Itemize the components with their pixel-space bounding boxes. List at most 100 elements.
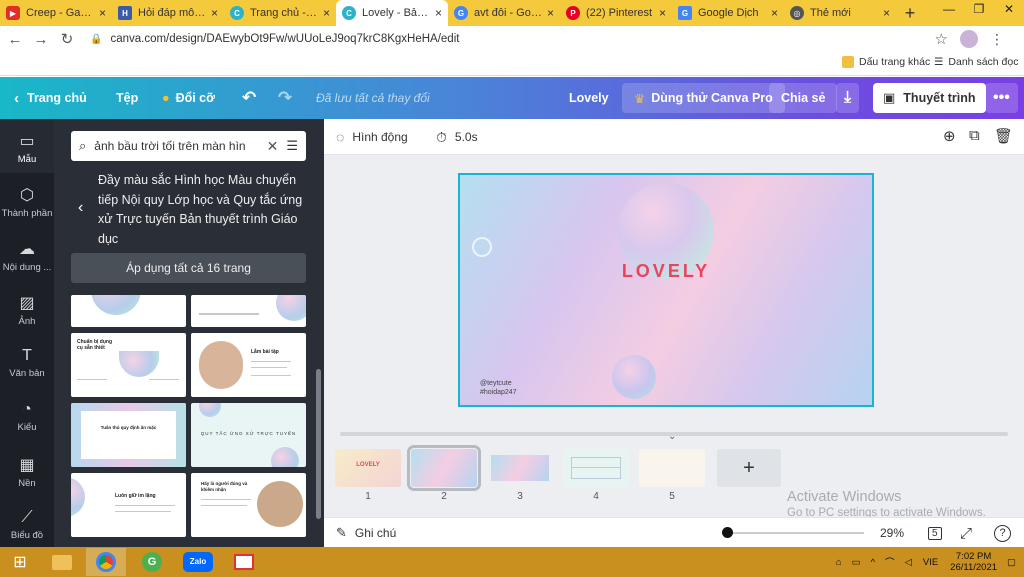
browser-tab[interactable]: H Hỏi đáp môn A × — [112, 0, 224, 26]
gradient-orb[interactable] — [612, 355, 656, 399]
browser-tab[interactable]: G Google Dịch × — [672, 0, 784, 26]
add-page-icon[interactable]: ⊕ — [943, 127, 956, 145]
resize-button[interactable]: ● Đổi cỡ — [162, 77, 215, 119]
undo-icon[interactable]: ↶ — [242, 77, 256, 119]
template-thumbnail[interactable] — [71, 295, 186, 327]
close-tab-icon[interactable]: × — [547, 6, 554, 20]
menu-kebab-icon[interactable]: ⋮ — [990, 31, 1004, 48]
browser-tab[interactable]: P (22) Pinterest × — [560, 0, 672, 26]
browser-tab-active[interactable]: C Lovely - Bản th × — [336, 0, 448, 26]
forward-icon[interactable]: → — [28, 31, 54, 48]
rail-background[interactable]: ▦ Nền — [0, 455, 54, 489]
animate-button[interactable]: ◌ Hình động — [336, 119, 408, 155]
close-tab-icon[interactable]: × — [323, 6, 330, 20]
close-tab-icon[interactable]: × — [883, 6, 890, 20]
notes-button[interactable]: ✎ Ghi chú — [336, 518, 396, 548]
slide-handle[interactable]: @teytcute #hoidap247 — [480, 379, 517, 397]
template-thumbnail[interactable]: Lắm bài tập — [191, 333, 306, 397]
page-thumbnail[interactable]: LOVELY — [335, 449, 401, 487]
clock[interactable]: 7:02 PM 26/11/2021 — [950, 551, 997, 573]
notifications-icon[interactable]: ▢ — [1007, 557, 1016, 568]
home-button[interactable]: ‹ Trang chủ — [14, 77, 87, 119]
new-tab-button[interactable]: + — [896, 0, 924, 26]
taskbar-app-zalo[interactable]: Zalo — [178, 548, 218, 576]
start-button[interactable]: ⊞ — [0, 547, 40, 577]
wifi-icon[interactable]: ⌒ — [885, 555, 895, 569]
fullscreen-icon[interactable]: ⤢ — [960, 518, 972, 548]
rail-text[interactable]: T Văn bản — [0, 347, 54, 379]
template-thumbnail[interactable]: Hãy là người đúng và khiêm nhận — [191, 473, 306, 537]
back-chevron-icon[interactable]: ‹ — [78, 199, 83, 217]
taskbar-app-snipping[interactable] — [224, 548, 264, 576]
close-tab-icon[interactable]: × — [435, 6, 442, 20]
template-thumbnail[interactable]: Tuân thủ quy định ăn mặc — [71, 403, 186, 467]
taskbar-app-explorer[interactable] — [42, 548, 82, 576]
clear-search-icon[interactable]: ✕ — [267, 138, 279, 155]
taskbar-app-unikey[interactable]: G — [132, 548, 172, 576]
close-window-icon[interactable]: ✕ — [994, 0, 1024, 20]
minimize-icon[interactable]: — — [934, 0, 964, 20]
restore-icon[interactable]: ❐ — [964, 0, 994, 20]
duplicate-page-icon[interactable]: ⧉ — [969, 127, 980, 144]
browser-tab[interactable]: ◎ Thẻ mới × — [784, 0, 896, 26]
redo-icon[interactable]: ↷ — [278, 77, 292, 119]
battery-icon[interactable]: ▭ — [852, 557, 861, 568]
delete-page-icon[interactable]: 🗑 — [994, 127, 1013, 145]
rail-styles[interactable]: ◔ Kiểu — [0, 401, 54, 433]
browser-tab[interactable]: C Trang chủ - Ca × — [224, 0, 336, 26]
slide-canvas[interactable]: LOVELY @teytcute #hoidap247 — [458, 173, 874, 407]
back-icon[interactable]: ← — [2, 31, 28, 48]
close-tab-icon[interactable]: × — [211, 6, 218, 20]
template-search[interactable]: ⌕ ảnh bầu trời tối trên màn hìn ✕ ☰ — [71, 131, 306, 161]
browser-tab[interactable]: G avt đôi - Googl × — [448, 0, 560, 26]
page-thumbnail[interactable] — [639, 449, 705, 487]
file-menu[interactable]: Tệp — [116, 77, 138, 119]
template-thumbnail[interactable]: Chuẩn bị dụng cụ sẵn thiết — [71, 333, 186, 397]
try-canva-pro-button[interactable]: ♛ Dùng thử Canva Pro — [622, 83, 785, 113]
page-count-button[interactable]: 5 — [928, 518, 942, 548]
volume-icon[interactable]: ◁ — [905, 557, 912, 568]
network-icon[interactable]: ⌂ — [836, 557, 842, 568]
download-icon[interactable]: ⤓ — [836, 83, 860, 113]
present-button[interactable]: ▣ Thuyết trình — [873, 83, 986, 113]
profile-avatar[interactable] — [960, 30, 978, 48]
template-thumbnail[interactable] — [191, 295, 306, 327]
close-tab-icon[interactable]: × — [659, 6, 666, 20]
rail-templates[interactable]: ▭ Mẫu — [0, 119, 54, 173]
bookmark-reading-list[interactable]: ☰ Danh sách đọc — [934, 56, 1018, 68]
more-options-icon[interactable]: ••• — [985, 83, 1018, 113]
apply-all-pages-button[interactable]: Áp dụng tất cả 16 trang — [71, 253, 306, 283]
zoom-slider-track[interactable] — [727, 532, 864, 534]
page-thumbnail[interactable] — [563, 449, 629, 487]
template-thumbnail[interactable]: Luôn giữ im lặng — [71, 473, 186, 537]
duration-button[interactable]: ⏱ 5.0s — [436, 119, 478, 155]
url-field[interactable]: 🔒 canva.com/design/DAEwybOt9Fw/wUUoLeJ9o… — [90, 33, 459, 45]
filter-icon[interactable]: ☰ — [286, 138, 298, 154]
add-page-button[interactable]: + — [717, 449, 781, 487]
template-thumbnail[interactable]: QUY TẮC ỨNG XỬ TRỰC TUYẾN — [191, 403, 306, 467]
gradient-orb-small[interactable] — [472, 237, 492, 257]
chevron-up-icon[interactable]: ^ — [871, 557, 875, 568]
close-tab-icon[interactable]: × — [99, 6, 106, 20]
slide-title[interactable]: LOVELY — [460, 261, 872, 282]
rail-photos[interactable]: ▨ Ảnh — [0, 293, 54, 327]
help-icon[interactable]: ? — [994, 518, 1011, 548]
panel-scrollbar[interactable] — [316, 369, 321, 519]
rail-uploads[interactable]: ☁ Nội dung ... — [0, 239, 54, 273]
design-name[interactable]: Lovely — [569, 77, 609, 119]
rail-charts[interactable]: ⟋ Biểu đồ — [0, 509, 54, 541]
page-thumbnail-selected[interactable] — [407, 445, 481, 491]
star-icon[interactable]: ☆ — [935, 30, 948, 48]
share-button[interactable]: Chia sẻ — [769, 83, 838, 113]
reload-icon[interactable]: ↻ — [54, 30, 80, 48]
browser-tab[interactable]: ▶ Creep - Gampe × — [0, 0, 112, 26]
close-tab-icon[interactable]: × — [771, 6, 778, 20]
search-input[interactable]: ảnh bầu trời tối trên màn hìn — [94, 139, 258, 153]
zoom-level[interactable]: 29% — [880, 518, 904, 548]
taskbar-app-chrome[interactable] — [86, 548, 126, 576]
language-indicator[interactable]: VIE — [923, 557, 938, 568]
page-thumbnail[interactable] — [487, 449, 553, 487]
zoom-slider-handle[interactable] — [722, 527, 733, 538]
rail-elements[interactable]: ⬡ Thành phần — [0, 185, 54, 219]
bookmark-other[interactable]: Dấu trang khác — [842, 56, 930, 68]
